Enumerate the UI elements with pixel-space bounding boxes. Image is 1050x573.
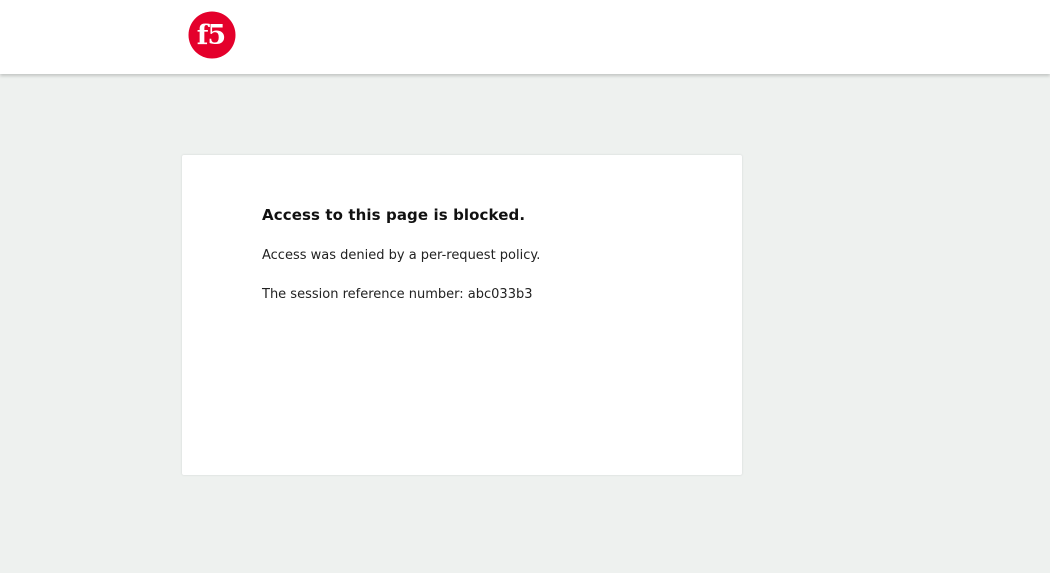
top-header: f5 (0, 0, 1050, 74)
blocked-message-card: Access to this page is blocked. Access w… (182, 155, 742, 475)
svg-text:f5: f5 (197, 20, 225, 51)
session-reference-label: The session reference number: (262, 287, 468, 302)
main-content: Access to this page is blocked. Access w… (0, 75, 1050, 573)
f5-logo-icon: f5 (188, 11, 236, 59)
session-reference-number: abc033b3 (467, 287, 533, 302)
denied-reason-text: Access was denied by a per-request polic… (262, 248, 541, 263)
session-reference-text: The session reference number: abc033b3 (262, 287, 533, 302)
page-title: Access to this page is blocked. (262, 206, 526, 224)
